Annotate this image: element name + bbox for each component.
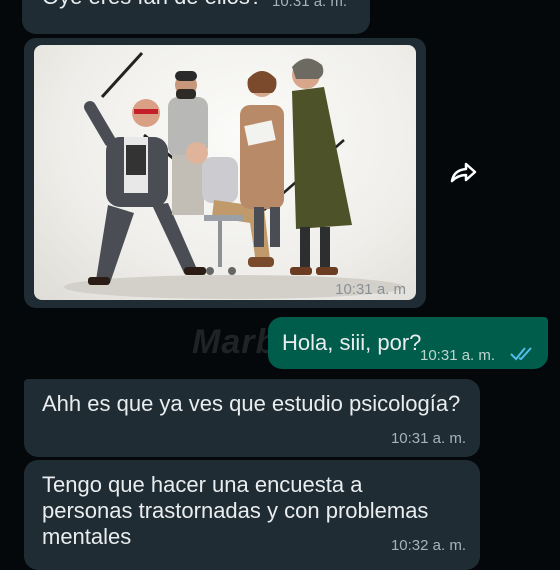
message-bubble-incoming[interactable]: Oye eres fan de ellos? 10:31 a. m. (22, 0, 370, 34)
message-time: 10:32 a. m. (390, 537, 466, 554)
message-bubble-outgoing[interactable]: Hola, siii, por? 10:31 a. m. (268, 317, 548, 369)
message-time: 10:31 a. m. (272, 0, 348, 10)
shared-photo[interactable] (34, 45, 416, 300)
message-time: 10:31 a. m. (390, 430, 466, 447)
message-text: Ahh es que ya ves que estudio psicología… (42, 391, 461, 416)
message-time: 10:31 a. m. (420, 347, 496, 364)
message-time: 10:31 a. m (335, 281, 406, 298)
group-portrait-illustration (64, 51, 404, 299)
message-text: Oye eres fan de ellos? (42, 0, 262, 10)
message-bubble-incoming[interactable]: Ahh es que ya ves que estudio psicología… (24, 379, 480, 457)
message-text: Hola, siii, por? (282, 330, 422, 355)
message-bubble-incoming[interactable]: Tengo que hacer una encuesta a personas … (24, 460, 480, 570)
double-check-icon (510, 347, 532, 361)
image-message-bubble[interactable]: 10:31 a. m (24, 38, 426, 308)
forward-icon[interactable] (446, 157, 480, 191)
